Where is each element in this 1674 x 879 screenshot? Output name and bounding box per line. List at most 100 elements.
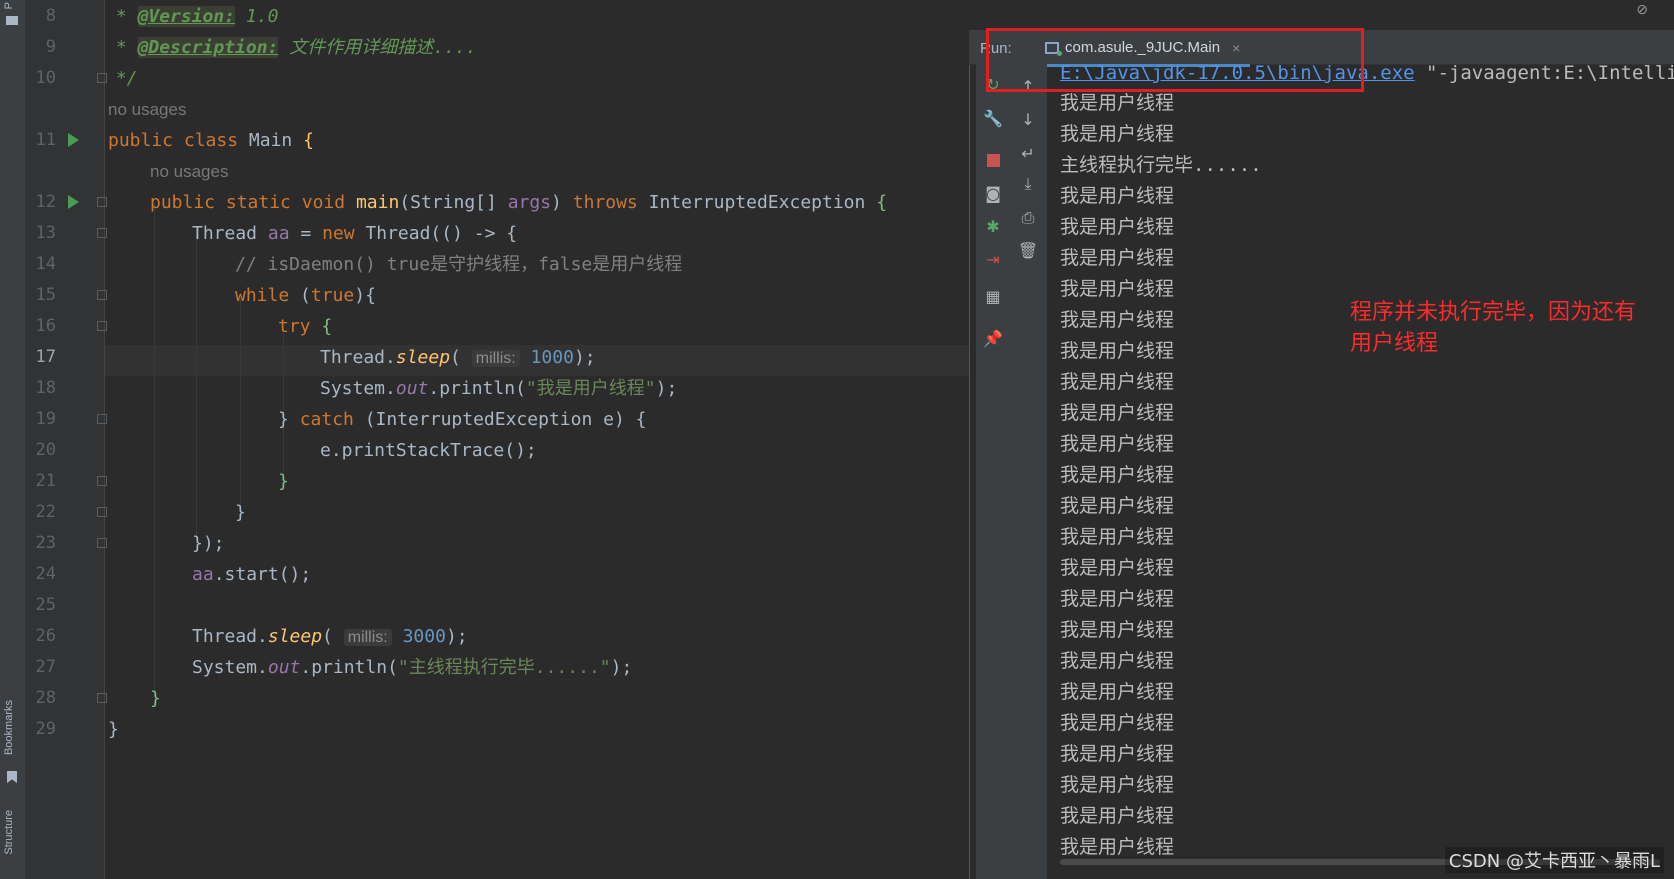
fold-marker-icon[interactable] xyxy=(97,197,107,207)
project-tool-label[interactable]: P xyxy=(3,2,15,9)
code-line-14[interactable]: // isDaemon() true是守护线程，false是用户线程 xyxy=(235,249,682,280)
tab-highlight-box xyxy=(986,28,1364,92)
console-output-line: 我是用户线程 xyxy=(1060,216,1175,238)
stop-icon[interactable] xyxy=(980,148,1006,172)
console-output-line: 我是用户线程 xyxy=(1060,464,1175,486)
line-number: 21 xyxy=(35,471,56,491)
console-output-line: 我是用户线程 xyxy=(1060,433,1175,455)
usage-hint[interactable]: no usages xyxy=(108,94,186,125)
code-line-8[interactable]: * @Version: 1.0 xyxy=(105,1,278,32)
fold-marker-icon[interactable] xyxy=(97,507,107,517)
console-output-line: 我是用户线程 xyxy=(1060,619,1175,641)
fold-marker-icon[interactable] xyxy=(97,290,107,300)
console-output-line: 我是用户线程 xyxy=(1060,123,1175,145)
code-line-18[interactable]: System.out.println("我是用户线程"); xyxy=(320,373,677,404)
code-line-23[interactable]: }); xyxy=(192,528,225,559)
line-number: 23 xyxy=(35,533,56,553)
wrench-icon[interactable]: 🔧 xyxy=(980,106,1006,130)
code-line-10[interactable]: */ xyxy=(105,63,138,94)
bookmarks-tool-label[interactable]: Bookmarks xyxy=(3,700,15,755)
hide-icon[interactable]: ⊘ xyxy=(1636,2,1648,18)
code-line-19[interactable]: } catch (InterruptedException e) { xyxy=(278,404,646,435)
annotation-text: 程序并未执行完毕，因为还有用户线程 xyxy=(1350,300,1637,356)
line-number: 22 xyxy=(35,502,56,522)
console-output-line: 我是用户线程 xyxy=(1060,774,1175,796)
line-number: 27 xyxy=(35,657,56,677)
code-line-27[interactable]: System.out.println("主线程执行完毕......"); xyxy=(192,652,632,683)
scroll-end-icon[interactable]: ⤓ xyxy=(1015,172,1041,196)
line-number: 15 xyxy=(35,285,56,305)
line-number: 24 xyxy=(35,564,56,584)
fold-marker-icon[interactable] xyxy=(97,693,107,703)
layout-icon[interactable]: ▦ xyxy=(980,284,1006,308)
print-icon[interactable]: ⎙ xyxy=(1015,206,1041,230)
console-output-line: 我是用户线程 xyxy=(1060,743,1175,765)
param-inlay-hint: millis: xyxy=(471,350,520,367)
indent-guide xyxy=(240,297,241,517)
code-line-26[interactable]: Thread.sleep( millis: 3000); xyxy=(192,621,468,653)
code-line-11[interactable]: public class Main { xyxy=(108,125,314,156)
console-output-line: 我是用户线程 xyxy=(1060,557,1175,579)
run-class-icon[interactable] xyxy=(68,133,79,147)
param-inlay-hint: millis: xyxy=(343,629,392,646)
code-line-17[interactable]: Thread.sleep( millis: 1000); xyxy=(320,342,596,374)
fold-marker-icon[interactable] xyxy=(97,321,107,331)
console-output-line: 我是用户线程 xyxy=(1060,185,1175,207)
line-number: 19 xyxy=(35,409,56,429)
line-number: 18 xyxy=(35,378,56,398)
fold-marker-icon[interactable] xyxy=(97,228,107,238)
pin-icon[interactable]: 📌 xyxy=(980,326,1006,350)
code-line-28[interactable]: } xyxy=(150,683,161,714)
line-number: 14 xyxy=(35,254,56,274)
folder-icon[interactable] xyxy=(6,16,18,25)
fold-marker-icon[interactable] xyxy=(97,538,107,548)
code-line-22[interactable]: } xyxy=(235,497,246,528)
code-line-29[interactable]: } xyxy=(108,714,119,745)
bookmark-icon[interactable] xyxy=(7,771,17,783)
fold-marker-icon[interactable] xyxy=(97,414,107,424)
code-line-15[interactable]: while (true){ xyxy=(235,280,376,311)
code-line-20[interactable]: e.printStackTrace(); xyxy=(320,435,537,466)
line-number: 28 xyxy=(35,688,56,708)
console-output-line: 我是用户线程 xyxy=(1060,247,1175,269)
code-line-24[interactable]: aa.start(); xyxy=(192,559,311,590)
debug-icon[interactable]: ✱ xyxy=(980,214,1006,238)
console-output-line: 我是用户线程 xyxy=(1060,805,1175,827)
console-output-line: 我是用户线程 xyxy=(1060,681,1175,703)
down-arrow-icon[interactable]: ↓ xyxy=(1015,107,1041,131)
console-output-line: 我是用户线程 xyxy=(1060,712,1175,734)
code-line-12[interactable]: public static void main(String[] args) t… xyxy=(150,187,887,218)
line-number: 26 xyxy=(35,626,56,646)
console-output-line: 我是用户线程 xyxy=(1060,371,1175,393)
structure-tool-label[interactable]: Structure xyxy=(3,810,15,855)
console-output-line: 我是用户线程 xyxy=(1060,309,1175,331)
trash-icon[interactable]: 🗑 xyxy=(1015,238,1041,262)
code-line-16[interactable]: try { xyxy=(278,311,332,342)
code-line-21[interactable]: } xyxy=(278,466,289,497)
watermark: CSDN @艾卡西亚丶暴雨L xyxy=(1444,847,1664,873)
code-line-9[interactable]: * @Description: 文件作用详细描述.... xyxy=(105,32,477,63)
line-number: 9 xyxy=(45,37,56,57)
line-number: 25 xyxy=(35,595,56,615)
console-output-line: 我是用户线程 xyxy=(1060,402,1175,424)
line-number-current: 17 xyxy=(35,347,56,367)
usage-hint[interactable]: no usages xyxy=(150,156,228,187)
line-number: 20 xyxy=(35,440,56,460)
console-output-line: 我是用户线程 xyxy=(1060,92,1175,114)
line-number: 12 xyxy=(35,192,56,212)
line-number: 10 xyxy=(35,68,56,88)
code-line-13[interactable]: Thread aa = new Thread(() -> { xyxy=(192,218,517,249)
indent-guide xyxy=(196,235,197,545)
line-number: 8 xyxy=(45,6,56,26)
line-number: 16 xyxy=(35,316,56,336)
left-tool-strip: P Bookmarks Structure xyxy=(0,0,26,879)
camera-icon[interactable]: ◙ xyxy=(980,181,1006,205)
fold-marker-icon[interactable] xyxy=(97,476,107,486)
console-output-line: 我是用户线程 xyxy=(1060,526,1175,548)
exit-icon[interactable]: ⇥ xyxy=(980,247,1006,271)
console-output-line: 我是用户线程 xyxy=(1060,588,1175,610)
line-number: 11 xyxy=(35,130,56,150)
soft-wrap-icon[interactable]: ↵ xyxy=(1015,141,1041,165)
run-main-icon[interactable] xyxy=(68,195,79,209)
console-output-line: 我是用户线程 xyxy=(1060,340,1175,362)
